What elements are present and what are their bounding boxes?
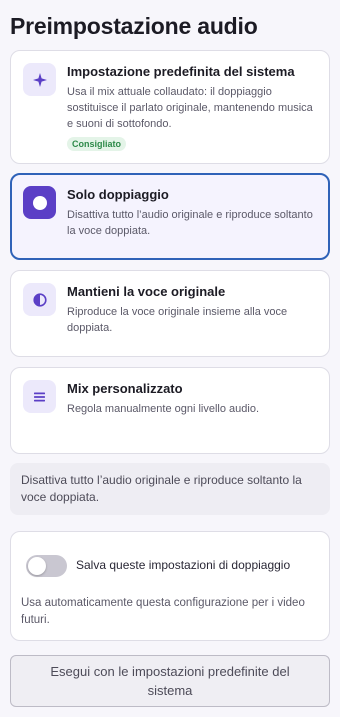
- half-circle-icon: [23, 283, 56, 316]
- option-title: Solo doppiaggio: [67, 187, 169, 202]
- option-custom-mix[interactable]: Mix personalizzato Regola manualmente og…: [10, 367, 330, 454]
- option-title: Mantieni la voce originale: [67, 284, 226, 299]
- run-default-button[interactable]: Esegui con le impostazioni predefinite d…: [10, 655, 330, 707]
- option-description: Disattiva tutto l’audio originale e ripr…: [67, 209, 313, 237]
- circle-icon: [23, 186, 56, 219]
- save-settings-label[interactable]: Salva queste impostazioni di doppiaggio: [76, 558, 290, 572]
- save-settings-card: Salva queste impostazioni di doppiaggio …: [10, 531, 330, 641]
- save-settings-toggle[interactable]: [26, 555, 67, 577]
- sparkle-icon: [23, 63, 56, 96]
- selection-summary: Disattiva tutto l’audio originale e ripr…: [10, 463, 330, 515]
- audio-preset-panel: Preimpostazione audio Impostazione prede…: [0, 0, 340, 717]
- option-description: Riproduce la voce originale insieme alla…: [67, 306, 288, 334]
- page-title: Preimpostazione audio: [10, 13, 258, 39]
- toggle-knob: [28, 557, 46, 575]
- sliders-icon: [23, 380, 56, 413]
- recommended-badge: Consigliato: [67, 137, 126, 151]
- save-settings-description: Usa automaticamente questa configurazion…: [21, 597, 305, 626]
- option-description: Usa il mix attuale collaudato: il doppia…: [67, 86, 313, 130]
- option-dub-only[interactable]: Solo doppiaggio Disattiva tutto l’audio …: [10, 173, 330, 260]
- option-system-default[interactable]: Impostazione predefinita del sistema Usa…: [10, 50, 330, 164]
- option-keep-original-voice[interactable]: Mantieni la voce originale Riproduce la …: [10, 270, 330, 357]
- option-description: Regola manualmente ogni livello audio.: [67, 403, 260, 415]
- option-title: Impostazione predefinita del sistema: [67, 64, 295, 79]
- option-title: Mix personalizzato: [67, 381, 183, 396]
